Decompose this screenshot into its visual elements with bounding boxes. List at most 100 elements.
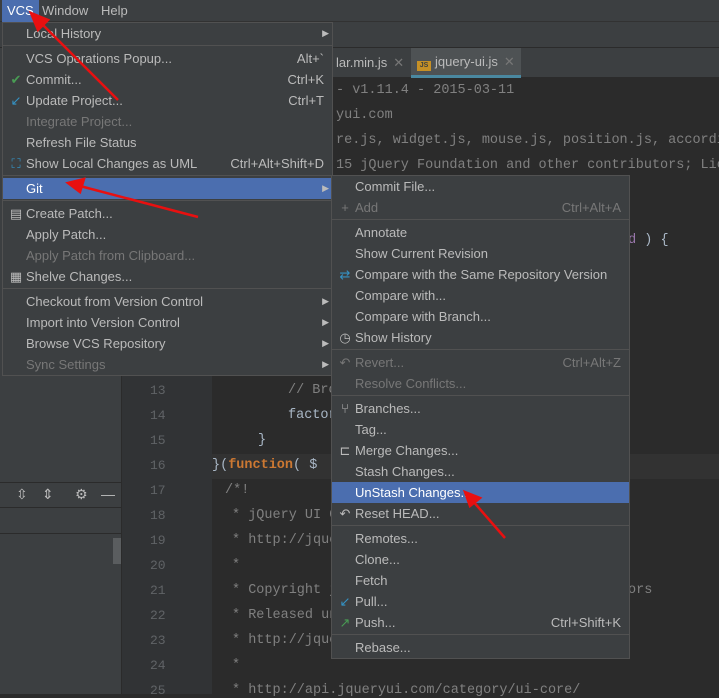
expand-all-icon[interactable]: ⇳	[16, 486, 28, 503]
menu-item-commit[interactable]: ✔ Commit... Ctrl+K	[3, 69, 332, 90]
menu-item-apply-patch-from-clipboard[interactable]: Apply Patch from Clipboard...	[3, 245, 332, 266]
code-line: // Bro	[288, 383, 337, 398]
menu-item-show-current-revision[interactable]: Show Current Revision	[332, 243, 629, 264]
menu-item-label: Pull...	[355, 594, 388, 609]
menu-item-unstash-changes[interactable]: UnStash Changes...	[332, 482, 629, 503]
submenu-arrow-icon: ▶	[322, 28, 329, 38]
menu-item-shortcut: Ctrl+K	[287, 72, 324, 87]
menu-item-clone[interactable]: Clone...	[332, 549, 629, 570]
menu-item-label: Commit...	[26, 72, 82, 87]
menu-item-apply-patch[interactable]: Apply Patch...	[3, 224, 332, 245]
tab-jquery-ui-js[interactable]: JS jquery-ui.js ✕	[411, 48, 521, 78]
menu-item-label: Compare with Branch...	[355, 309, 491, 324]
menu-item-label: Clone...	[355, 552, 400, 567]
minimize-icon[interactable]: —	[101, 486, 115, 502]
menu-item-resolve-conflicts[interactable]: Resolve Conflicts...	[332, 373, 629, 394]
line-number: 25	[150, 683, 166, 698]
tab-angular-min-js[interactable]: lar.min.js ✕	[330, 48, 410, 78]
line-number: 18	[150, 508, 166, 523]
scrollbar-thumb[interactable]	[113, 538, 121, 564]
code-text: *	[232, 658, 241, 673]
close-icon[interactable]: ✕	[504, 54, 515, 69]
code-line: * http://api.jqueryui.com/category/ui-co…	[232, 683, 580, 698]
menu-item-vcs-operations-popup[interactable]: VCS Operations Popup... Alt+`	[3, 48, 332, 69]
line-number: 17	[150, 483, 166, 498]
menu-item-show-local-changes-as-uml[interactable]: ⛶ Show Local Changes as UML Ctrl+Alt+Shift…	[3, 153, 332, 174]
menu-item-shortcut: Alt+`	[296, 51, 324, 66]
patch-icon: ▤	[9, 206, 23, 221]
menu-item-label: Apply Patch from Clipboard...	[26, 248, 196, 263]
menu-item-compare-with[interactable]: Compare with...	[332, 285, 629, 306]
menu-item-compare-with-the-same-repository-version[interactable]: ⇄ Compare with the Same Repository Versio…	[332, 264, 629, 285]
menu-item-label: Merge Changes...	[355, 443, 459, 458]
menu-item-create-patch[interactable]: ▤ Create Patch...	[3, 203, 332, 224]
menu-item-git[interactable]: Git ▶	[3, 178, 332, 199]
code-text: * jQuery UI C	[232, 508, 338, 523]
update-arrow-icon: ↙	[10, 93, 22, 108]
push-arrow-icon: ↗	[339, 615, 351, 630]
menu-item-label: Tag...	[355, 422, 387, 437]
menu-item-branches[interactable]: ⑂ Branches...	[332, 398, 629, 419]
close-icon[interactable]: ✕	[393, 55, 404, 70]
menu-item-show-history[interactable]: ◷ Show History	[332, 327, 629, 348]
menu-vcs[interactable]: VCS	[2, 0, 39, 22]
menu-item-update-project[interactable]: ↙ Update Project... Ctrl+T	[3, 90, 332, 111]
code-line: * http://jque	[232, 533, 337, 548]
menu-item-import-into-version-control[interactable]: Import into Version Control ▶	[3, 312, 332, 333]
collapse-all-icon[interactable]: ⇕	[42, 486, 54, 503]
code-keyword: function	[228, 458, 294, 473]
menu-item-refresh-file-status[interactable]: Refresh File Status	[3, 132, 332, 153]
line-number: 24	[150, 658, 166, 673]
menu-item-tag[interactable]: Tag...	[332, 419, 629, 440]
menu-item-shelve-changes[interactable]: ▦ Shelve Changes...	[3, 266, 332, 287]
menu-item-label: Create Patch...	[26, 206, 113, 221]
line-number: 19	[150, 533, 166, 548]
menu-item-shortcut: Ctrl+Shift+K	[550, 615, 621, 630]
menu-item-reset-head[interactable]: ↶ Reset HEAD...	[332, 503, 629, 524]
menu-item-label: Sync Settings	[26, 357, 106, 372]
line-number: 16	[150, 458, 166, 473]
menu-item-label: Compare with...	[355, 288, 447, 303]
menu-item-label: Revert...	[355, 355, 405, 370]
menu-item-annotate[interactable]: Annotate	[332, 222, 629, 243]
code-line-fragment: 15 jQuery Foundation and other contribut…	[336, 158, 719, 173]
menu-item-label: Import into Version Control	[26, 315, 180, 330]
menu-item-pull[interactable]: ↙ Pull...	[332, 591, 629, 612]
code-line: }	[258, 433, 266, 448]
code-text: *	[232, 558, 241, 573]
code-text: // Bro	[288, 383, 337, 398]
git-submenu: Commit File... + Add Ctrl+Alt+A Annotate Show…	[331, 175, 630, 659]
menu-item-local-history[interactable]: Local History ▶	[3, 23, 332, 44]
menu-item-push[interactable]: ↗ Push... Ctrl+Shift+K	[332, 612, 629, 633]
menu-item-add[interactable]: + Add Ctrl+Alt+A	[332, 197, 629, 218]
uml-icon: ⛶	[11, 156, 21, 171]
menu-help[interactable]: Help	[96, 0, 133, 22]
menu-item-label: Fetch	[355, 573, 388, 588]
menu-item-commit-file[interactable]: Commit File...	[332, 176, 629, 197]
menu-item-stash-changes[interactable]: Stash Changes...	[332, 461, 629, 482]
menu-item-compare-with-branch[interactable]: Compare with Branch...	[332, 306, 629, 327]
tab-label: lar.min.js	[336, 55, 388, 70]
menu-item-label: Remotes...	[355, 531, 418, 546]
menu-item-remotes[interactable]: Remotes...	[332, 528, 629, 549]
menu-item-shortcut: Ctrl+T	[288, 93, 324, 108]
menu-item-merge-changes[interactable]: ⊏ Merge Changes...	[332, 440, 629, 461]
menu-item-label: Branches...	[355, 401, 421, 416]
menu-item-fetch[interactable]: Fetch	[332, 570, 629, 591]
submenu-arrow-icon: ▶	[322, 183, 329, 193]
code-text: }	[258, 433, 267, 448]
code-line-fragment: ors	[628, 583, 653, 598]
code-line: * jQuery UI C	[232, 508, 337, 523]
menu-item-sync-settings[interactable]: Sync Settings ▶	[3, 354, 332, 375]
menu-item-integrate-project[interactable]: Integrate Project...	[3, 111, 332, 132]
menu-item-label: Browse VCS Repository	[26, 336, 166, 351]
menu-item-rebase[interactable]: Rebase...	[332, 637, 629, 658]
gear-icon[interactable]: ⚙	[75, 486, 88, 503]
menu-item-revert[interactable]: ↶ Revert... Ctrl+Alt+Z	[332, 352, 629, 373]
menu-window[interactable]: Window	[37, 0, 93, 22]
compare-icon: ⇄	[339, 267, 351, 282]
menu-item-browse-vcs-repository[interactable]: Browse VCS Repository ▶	[3, 333, 332, 354]
menu-item-checkout-from-version-control[interactable]: Checkout from Version Control ▶	[3, 291, 332, 312]
line-number: 14	[150, 408, 166, 423]
code-token: ( $	[293, 458, 318, 473]
